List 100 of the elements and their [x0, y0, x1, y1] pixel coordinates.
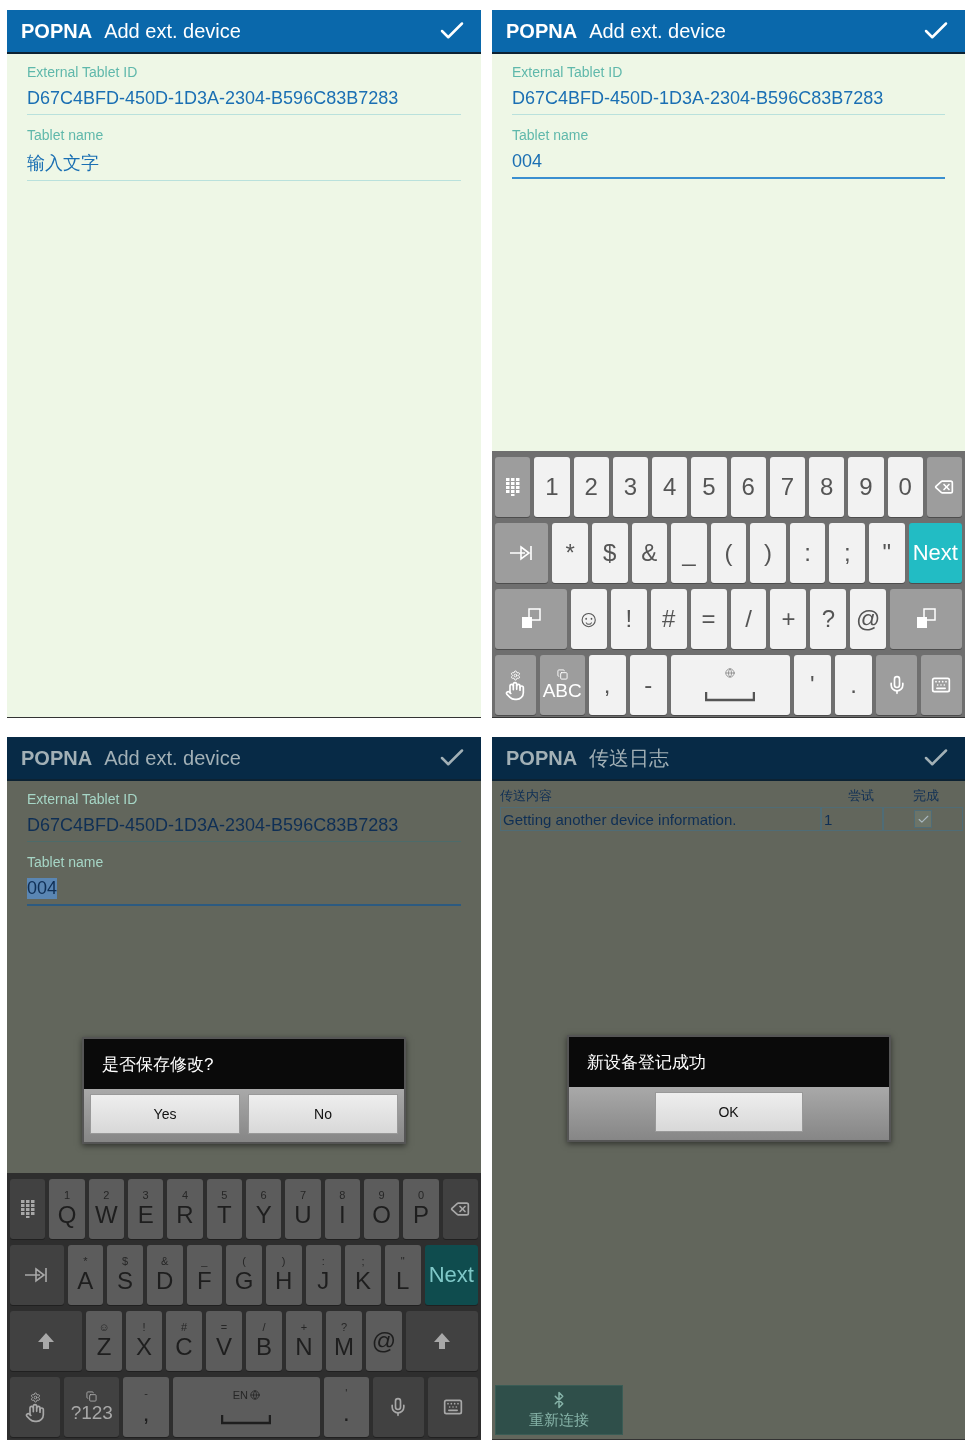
- window-icon: [86, 1390, 98, 1402]
- keyboard-key[interactable]: 9: [848, 457, 884, 517]
- keyboard-key[interactable]: ,: [588, 655, 626, 715]
- key-hint: :: [321, 1255, 325, 1267]
- column-header: 完成: [912, 787, 940, 805]
- keyboard-key[interactable]: 4: [652, 457, 688, 517]
- keyboard-key[interactable]: $ S: [107, 1245, 143, 1305]
- keyboard-key[interactable]: (: [710, 523, 747, 583]
- keyboard-key[interactable]: ☺ Z: [86, 1311, 122, 1371]
- tab-key[interactable]: [495, 523, 549, 583]
- hand-icon: [25, 1402, 46, 1423]
- keyboard-settings-key[interactable]: [427, 1377, 478, 1437]
- reconnect-button[interactable]: 重新连接: [495, 1385, 623, 1435]
- keyboard-key[interactable]: 1: [534, 457, 570, 517]
- keyboard-key[interactable]: 2: [573, 457, 609, 517]
- keyboard-key[interactable]: & D: [146, 1245, 183, 1305]
- space-key[interactable]: [670, 655, 790, 715]
- field-value: 004: [27, 878, 58, 899]
- key-hint: *: [83, 1255, 88, 1267]
- text-field[interactable]: External Tablet ID D67C4BFD-450D-1D3A-2304-B596C83B7283: [27, 64, 461, 115]
- keypad-icon: [20, 1200, 35, 1218]
- backspace-key[interactable]: [442, 1179, 478, 1239]
- keyboard-key[interactable]: @: [850, 589, 887, 649]
- checkbox[interactable]: [914, 810, 932, 828]
- keyboard-key[interactable]: # C: [166, 1311, 202, 1371]
- key-hint: =: [220, 1321, 228, 1333]
- keyboard-key[interactable]: ": [869, 523, 905, 583]
- keyboard-key[interactable]: = V: [206, 1311, 242, 1371]
- keyboard-key[interactable]: _: [671, 523, 707, 583]
- keyboard-key[interactable]: 8: [809, 457, 845, 517]
- keyboard-key[interactable]: ': [793, 655, 831, 715]
- backspace-key[interactable]: [926, 457, 962, 517]
- keyboard-key[interactable]: 5: [691, 457, 727, 517]
- dialog-message: 新设备登记成功: [568, 1037, 889, 1087]
- keyboard-key[interactable]: ) H: [265, 1245, 302, 1305]
- handwriting-key[interactable]: [495, 655, 536, 715]
- mode-switch-key[interactable]: ABC: [539, 655, 585, 715]
- shift-key[interactable]: [10, 1311, 82, 1371]
- keyboard-key[interactable]: - ,: [123, 1377, 170, 1437]
- keyboard-key[interactable]: 3: [612, 457, 648, 517]
- keyboard-key[interactable]: * A: [67, 1245, 104, 1305]
- keyboard-key[interactable]: /: [730, 589, 767, 649]
- tab-icon: [508, 545, 535, 561]
- shift-key[interactable]: [406, 1311, 478, 1371]
- keyboard-key[interactable]: : J: [305, 1245, 342, 1305]
- keyboard-key[interactable]: _ F: [186, 1245, 223, 1305]
- layout-switch-key[interactable]: [495, 589, 567, 649]
- keyboard-key[interactable]: +: [770, 589, 807, 649]
- text-field[interactable]: Tablet name 004: [27, 854, 461, 906]
- keypad-key[interactable]: [10, 1179, 46, 1239]
- text-field[interactable]: External Tablet ID D67C4BFD-450D-1D3A-2304-B596C83B7283: [27, 791, 461, 842]
- key-hint: !: [142, 1321, 146, 1333]
- keyboard-settings-key[interactable]: [921, 655, 962, 715]
- handwriting-key[interactable]: [10, 1377, 61, 1437]
- field-value: 输入文字: [27, 152, 99, 175]
- keyboard-key[interactable]: -: [629, 655, 667, 715]
- keyboard-key[interactable]: " L: [384, 1245, 421, 1305]
- text-field[interactable]: External Tablet ID D67C4BFD-450D-1D3A-2304-B596C83B7283: [512, 64, 945, 115]
- keyboard-key[interactable]: ): [750, 523, 786, 583]
- keyboard-key[interactable]: #: [650, 589, 687, 649]
- keyboard-key[interactable]: ☺: [570, 589, 607, 649]
- key-hint: -: [144, 1387, 148, 1399]
- keyboard-key[interactable]: ! X: [126, 1311, 162, 1371]
- dialog-button[interactable]: OK: [654, 1092, 803, 1132]
- layout-switch-key[interactable]: [890, 589, 963, 649]
- keypad-key[interactable]: [495, 457, 531, 517]
- field-label: External Tablet ID: [27, 64, 138, 80]
- keyboard-key[interactable]: 7: [769, 457, 805, 517]
- keyboard-key[interactable]: ;: [829, 523, 865, 583]
- dialog-button[interactable]: No: [248, 1094, 398, 1134]
- keyboard-key[interactable]: ? M: [326, 1311, 362, 1371]
- keyboard-key[interactable]: ?: [810, 589, 847, 649]
- gear-icon: [29, 1391, 41, 1403]
- text-field[interactable]: Tablet name 输入文字: [27, 127, 461, 181]
- keypad-icon: [505, 478, 520, 496]
- keyboard-key[interactable]: ; K: [345, 1245, 381, 1305]
- keyboard-key[interactable]: &: [631, 523, 668, 583]
- keyboard-key[interactable]: *: [552, 523, 588, 583]
- keyboard-key[interactable]: !: [610, 589, 647, 649]
- keyboard-icon: [442, 1397, 463, 1417]
- keyboard-key[interactable]: :: [789, 523, 826, 583]
- microphone-key[interactable]: [876, 655, 918, 715]
- next-key[interactable]: Next: [424, 1245, 479, 1305]
- keyboard-key[interactable]: + N: [286, 1311, 322, 1371]
- keyboard-key[interactable]: 0: [887, 457, 923, 517]
- field-label: Tablet name: [27, 127, 104, 143]
- keyboard-key[interactable]: 6: [730, 457, 766, 517]
- screen-title: Add ext. device: [104, 746, 242, 770]
- keyboard-key[interactable]: @: [366, 1311, 402, 1371]
- keyboard-key[interactable]: $: [591, 523, 628, 583]
- keyboard-key[interactable]: ( G: [226, 1245, 262, 1305]
- text-field[interactable]: Tablet name 004: [512, 127, 945, 179]
- microphone-key[interactable]: [373, 1377, 424, 1437]
- keyboard-key[interactable]: .: [835, 655, 873, 715]
- dialog-button[interactable]: Yes: [90, 1094, 240, 1134]
- tab-key[interactable]: [10, 1245, 64, 1305]
- keyboard-key[interactable]: =: [690, 589, 727, 649]
- mode-switch-key[interactable]: ?123: [64, 1377, 120, 1437]
- keyboard-key[interactable]: / B: [246, 1311, 282, 1371]
- keyboard-key[interactable]: ' .: [323, 1377, 370, 1437]
